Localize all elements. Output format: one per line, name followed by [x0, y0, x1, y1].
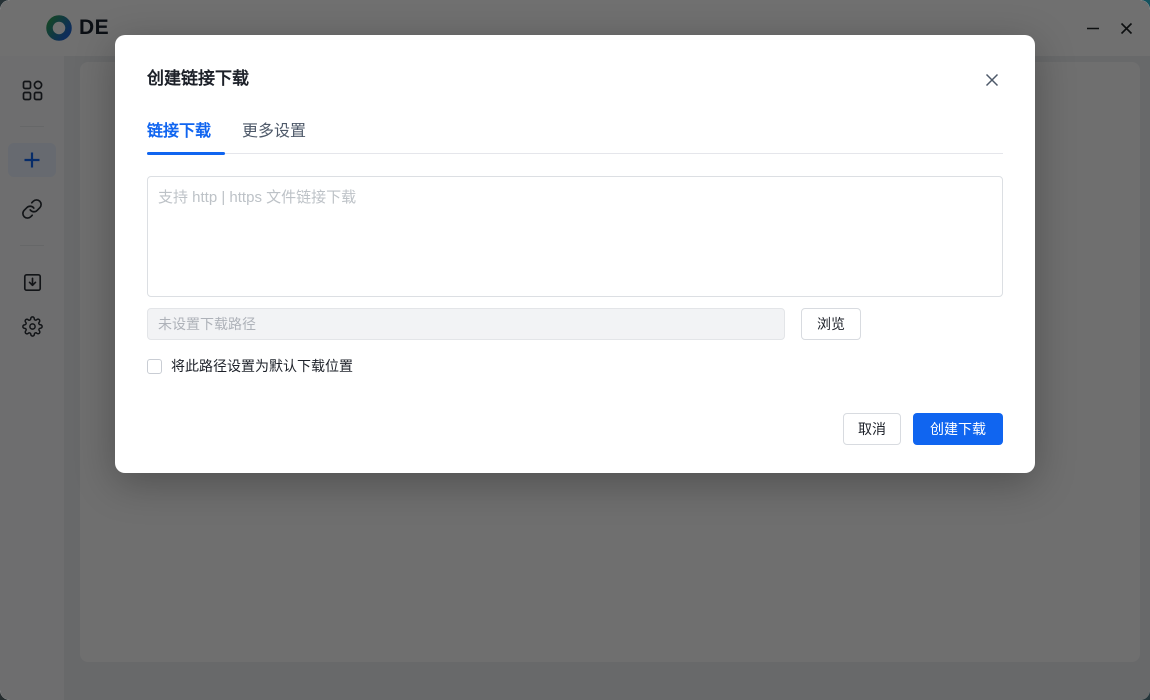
app-window: DE: [0, 0, 1150, 700]
default-path-row: 将此路径设置为默认下载位置: [147, 356, 1003, 376]
default-path-checkbox-label: 将此路径设置为默认下载位置: [171, 358, 353, 374]
dialog-close-button[interactable]: [981, 69, 1003, 91]
default-path-checkbox[interactable]: [147, 358, 162, 374]
dialog-title: 创建链接下载: [147, 69, 249, 88]
dialog-tabs: 链接下载 更多设置: [147, 117, 1003, 155]
tab-link-download[interactable]: 链接下载: [147, 117, 226, 155]
close-icon: [985, 73, 999, 87]
create-download-button[interactable]: 创建下载: [913, 413, 1003, 445]
create-link-download-dialog: 创建链接下载 链接下载 更多设置 浏览 将此路径设置为默认下载位置 取消 创建下…: [115, 35, 1035, 473]
dialog-footer: 取消 创建下载: [147, 413, 1003, 445]
download-path-row: 浏览: [147, 308, 1003, 340]
url-input[interactable]: [147, 176, 1003, 297]
download-path-input[interactable]: [147, 308, 785, 340]
browse-button[interactable]: 浏览: [801, 308, 861, 340]
cancel-button[interactable]: 取消: [843, 413, 901, 445]
tab-more-settings[interactable]: 更多设置: [242, 117, 320, 153]
